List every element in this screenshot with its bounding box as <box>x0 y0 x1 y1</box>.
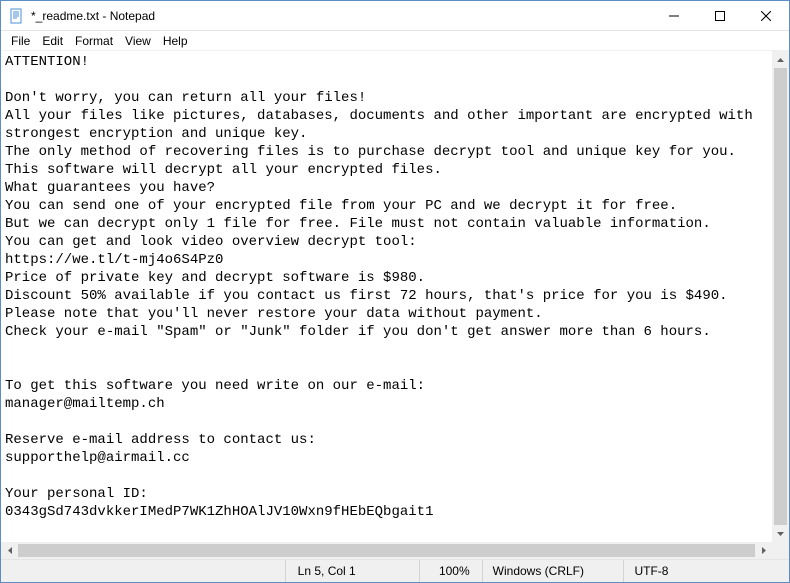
scroll-up-icon[interactable] <box>772 51 789 68</box>
text-content[interactable]: ATTENTION! Don't worry, you can return a… <box>1 51 772 542</box>
menu-format[interactable]: Format <box>69 32 119 50</box>
minimize-button[interactable] <box>651 1 697 31</box>
menu-view[interactable]: View <box>119 32 157 50</box>
menu-file[interactable]: File <box>5 32 36 50</box>
scroll-left-icon[interactable] <box>1 542 18 559</box>
horizontal-scroll-track[interactable] <box>18 542 755 559</box>
horizontal-scroll-thumb[interactable] <box>18 544 755 557</box>
status-position: Ln 5, Col 1 <box>285 560 419 582</box>
status-zoom: 100% <box>419 560 482 582</box>
statusbar: Ln 5, Col 1 100% Windows (CRLF) UTF-8 <box>1 559 789 582</box>
menu-edit[interactable]: Edit <box>36 32 69 50</box>
status-eol: Windows (CRLF) <box>482 560 624 582</box>
vertical-scrollbar[interactable] <box>772 51 789 542</box>
notepad-icon <box>9 8 25 24</box>
titlebar: *_readme.txt - Notepad <box>1 1 789 31</box>
scroll-right-icon[interactable] <box>755 542 772 559</box>
scroll-down-icon[interactable] <box>772 525 789 542</box>
vertical-scroll-track[interactable] <box>772 68 789 525</box>
editor-area: ATTENTION! Don't worry, you can return a… <box>1 51 789 559</box>
window-title: *_readme.txt - Notepad <box>31 9 651 23</box>
menubar: File Edit Format View Help <box>1 31 789 51</box>
scroll-corner <box>772 542 789 559</box>
window-controls <box>651 1 789 30</box>
status-encoding: UTF-8 <box>623 560 788 582</box>
vertical-scroll-thumb[interactable] <box>774 68 787 525</box>
close-button[interactable] <box>743 1 789 31</box>
horizontal-scrollbar[interactable] <box>1 542 772 559</box>
menu-help[interactable]: Help <box>157 32 194 50</box>
maximize-button[interactable] <box>697 1 743 31</box>
status-spacer <box>1 560 285 582</box>
